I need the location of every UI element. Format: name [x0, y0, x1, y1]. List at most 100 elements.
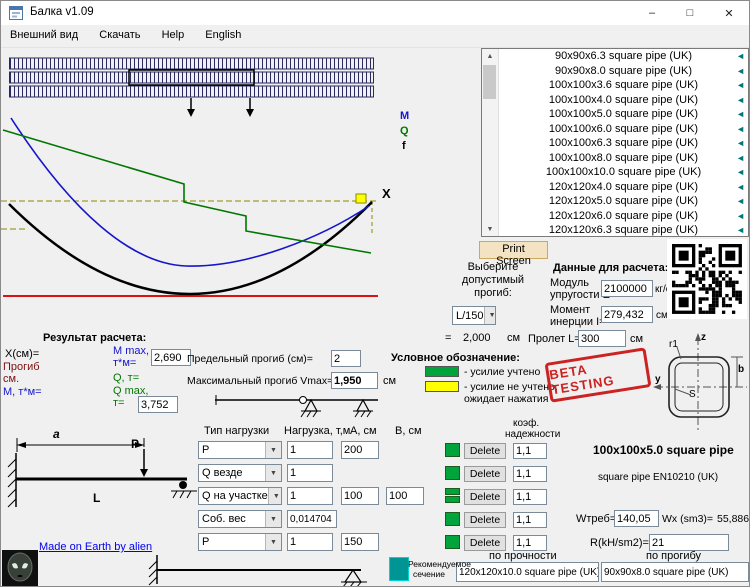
app-icon — [9, 6, 23, 20]
pipe-list-item[interactable]: 100x100x8.0 square pipe (UK) ◄ — [499, 151, 748, 166]
deflection-label-line2: допустимый — [439, 274, 547, 287]
deflection-unit: см — [507, 332, 520, 344]
force-included-indicator-4[interactable] — [445, 512, 460, 526]
delete-load-button-3[interactable]: Delete — [464, 489, 506, 505]
pipe-list-item[interactable]: 120x120x4.0 square pipe (UK)◄ — [499, 180, 748, 195]
strength-pipe-result: 120x120x10.0 square pipe (UK) — [456, 562, 599, 582]
section-axis-y-label: y — [655, 374, 661, 385]
minimize-button[interactable]: – — [633, 1, 671, 25]
load-value-input-3[interactable] — [287, 487, 333, 505]
load-type-select-4[interactable]: Соб. вес ▼ — [198, 510, 282, 528]
bottom-beam-schematic — [141, 553, 381, 587]
load-type-value-3: Q на участке — [202, 490, 268, 502]
pipe-name: 100x100x8.0 square pipe (UK) — [549, 152, 698, 164]
max-deflection-unit: см — [383, 375, 396, 387]
delete-load-button-5[interactable]: Delete — [464, 535, 506, 551]
force-included-indicator-3a[interactable] — [445, 488, 460, 495]
scrollbar-thumb[interactable] — [483, 65, 496, 99]
maximize-button[interactable]: □ — [671, 1, 709, 25]
load-a-input-1[interactable] — [341, 441, 379, 459]
force-included-indicator-5[interactable] — [445, 535, 460, 549]
q-max-label-2: т= — [113, 397, 124, 409]
made-by-link[interactable]: Made on Earth by alien — [39, 541, 152, 553]
print-screen-button[interactable]: Print Screen — [479, 241, 548, 259]
pipe-list-items: 90x90x6.3 square pipe (UK)◄ 90x90x8.0 sq… — [499, 49, 748, 238]
menu-help[interactable]: Help — [153, 25, 194, 47]
safety-coef-input-5[interactable] — [513, 535, 547, 551]
pipe-list-item[interactable]: 120x120x5.0 square pipe (UK)◄ — [499, 194, 748, 209]
r-value-input[interactable] — [649, 534, 729, 551]
pipe-list-scrollbar[interactable] — [482, 63, 499, 222]
load-type-select-3[interactable]: Q на участке ▼ — [198, 487, 282, 505]
pipe-list-item[interactable]: 100x100x10.0 square pipe (UK)◄ — [499, 165, 748, 180]
deflection-limit-select[interactable]: L/150 ▼ — [452, 306, 496, 325]
load-type-select-1[interactable]: P ▼ — [198, 441, 282, 459]
pipe-name: 100x100x6.0 square pipe (UK) — [549, 123, 698, 135]
scroll-down-icon[interactable]: ▼ — [482, 222, 499, 236]
pipe-list-item[interactable]: 100x100x3.6 square pipe (UK)◄ — [499, 78, 748, 93]
load-value-input-2[interactable] — [287, 464, 333, 482]
pipe-list-item[interactable]: 120x120x6.3 square pipe (UK)◄ — [499, 223, 748, 238]
pipe-list-item[interactable]: 100x100x4.0 square pipe (UK)◄ — [499, 93, 748, 108]
pipe-list-item[interactable]: 90x90x6.3 square pipe (UK)◄ — [499, 49, 748, 64]
max-deflection-value[interactable] — [331, 372, 378, 389]
q-max-value[interactable] — [138, 396, 178, 413]
pipe-select-arrow-icon: ◄ — [736, 93, 745, 108]
menu-download[interactable]: Скачать — [90, 25, 149, 47]
scroll-up-icon[interactable]: ▲ — [482, 49, 499, 63]
deflection-pipe-result: 90x90x8.0 square pipe (UK) — [601, 562, 749, 582]
limit-deflection-input[interactable] — [331, 350, 361, 367]
load-type-value-1: P — [202, 444, 209, 456]
load-type-select-5[interactable]: P ▼ — [198, 533, 282, 551]
section-r1-label: r1 — [669, 339, 678, 350]
pipe-select-arrow-icon: ◄ — [736, 151, 745, 166]
span-length-input[interactable] — [578, 330, 626, 347]
safety-coef-input-3[interactable] — [513, 489, 547, 505]
header-load-type: Тип нагрузки — [204, 425, 269, 437]
pipe-select-arrow-icon: ◄ — [736, 180, 745, 195]
beta-testing-stamp: BETA TESTING — [544, 347, 651, 402]
safety-coef-input-2[interactable] — [513, 466, 547, 482]
beam-l-label: L — [93, 491, 100, 505]
header-coef-line1: коэф. — [513, 418, 539, 429]
delete-load-button-2[interactable]: Delete — [464, 466, 506, 482]
load-a-input-5[interactable] — [341, 533, 379, 551]
pipe-select-arrow-icon: ◄ — [736, 78, 745, 93]
deflection-curve-label: f — [402, 140, 406, 152]
pipe-list-item[interactable]: 120x120x6.0 square pipe (UK)◄ — [499, 209, 748, 224]
dropdown-arrow-icon: ▼ — [484, 307, 496, 324]
pipe-list-item[interactable]: 100x100x5.0 square pipe (UK)◄ — [499, 107, 748, 122]
menu-appearance[interactable]: Внешний вид — [1, 25, 87, 47]
safety-coef-input-4[interactable] — [513, 512, 547, 528]
i-label-line2: инерции I= — [550, 316, 606, 328]
alien-icon[interactable] — [2, 550, 38, 587]
legend-green-label: - усилие учтено — [464, 366, 540, 378]
elastic-modulus-input[interactable] — [601, 280, 653, 297]
force-included-indicator-1[interactable] — [445, 443, 460, 457]
w-required-value[interactable] — [614, 510, 659, 527]
load-type-select-2[interactable]: Q везде ▼ — [198, 464, 282, 482]
header-coef-line2: надежности — [505, 429, 560, 440]
delete-load-button-4[interactable]: Delete — [464, 512, 506, 528]
load-value-input-1[interactable] — [287, 441, 333, 459]
close-button[interactable]: ✕ — [709, 1, 749, 25]
inertia-moment-input[interactable] — [601, 306, 653, 323]
load-value-input-4[interactable] — [287, 510, 337, 528]
span-unit: см — [630, 333, 643, 345]
pipe-list-item[interactable]: 90x90x8.0 square pipe (UK)◄ — [499, 64, 748, 79]
load-a-input-3[interactable] — [341, 487, 379, 505]
delete-load-button-1[interactable]: Delete — [464, 443, 506, 459]
pipe-list-item[interactable]: 100x100x6.3 square pipe (UK)◄ — [499, 136, 748, 151]
safety-coef-input-1[interactable] — [513, 443, 547, 459]
force-included-indicator-3b[interactable] — [445, 496, 460, 503]
load-value-input-5[interactable] — [287, 533, 333, 551]
dropdown-arrow-icon: ▼ — [265, 534, 281, 550]
pipe-select-arrow-icon: ◄ — [736, 122, 745, 137]
m-max-value[interactable] — [151, 349, 191, 366]
force-included-indicator-2[interactable] — [445, 466, 460, 480]
load-b-input-3[interactable] — [386, 487, 424, 505]
deflection-equals: = — [445, 332, 451, 344]
recommended-section-swatch — [389, 557, 409, 581]
menu-english[interactable]: English — [196, 25, 250, 47]
pipe-list-item[interactable]: 100x100x6.0 square pipe (UK) ◄ — [499, 122, 748, 137]
